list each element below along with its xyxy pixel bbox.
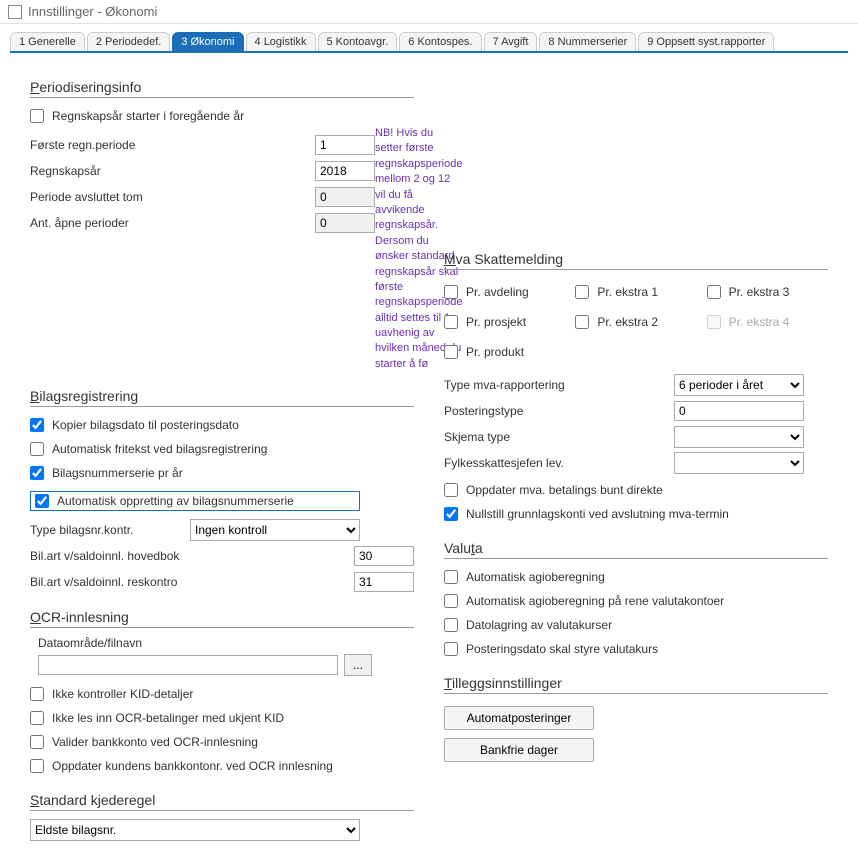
section-standard-kjederegel: Standard kjederegel xyxy=(30,792,414,811)
title-bar: Innstillinger - Økonomi xyxy=(0,0,858,24)
checkbox-kopier-bilagsdato[interactable] xyxy=(30,418,44,432)
tab-oppsett-syst-rapporter[interactable]: 9 Oppsett syst.rapporter xyxy=(638,32,774,51)
label-regnskapsar: Regnskapsår xyxy=(30,164,315,178)
window-title: Innstillinger - Økonomi xyxy=(28,4,157,19)
label-regnskapsar-foregaende: Regnskapsår starter i foregående år xyxy=(52,109,244,123)
label-forste-regn-periode: Første regn.periode xyxy=(30,138,315,152)
checkbox-pr-ekstra-4 xyxy=(707,315,721,329)
checkbox-ikke-les-ocr-ukjent-kid[interactable] xyxy=(30,711,44,725)
checkbox-automatisk-oppretting[interactable] xyxy=(35,494,49,508)
section-tillegg: Tilleggsinnstillinger xyxy=(444,675,828,694)
section-mva: Mva Skattemelding xyxy=(444,251,828,270)
checkbox-pr-produkt[interactable] xyxy=(444,345,458,359)
label-type-mva: Type mva-rapportering xyxy=(444,378,674,392)
checkbox-nullstill-grunnlagskonti[interactable] xyxy=(444,507,458,521)
tab-kontoavgr[interactable]: 5 Kontoavgr. xyxy=(318,32,398,51)
label-pr-ekstra-1: Pr. ekstra 1 xyxy=(597,285,658,299)
label-pr-ekstra-2: Pr. ekstra 2 xyxy=(597,315,658,329)
label-pr-produkt: Pr. produkt xyxy=(466,345,524,359)
input-bilart-hovedbok[interactable] xyxy=(354,546,414,566)
section-bilagsregistrering: Bilagsregistrering xyxy=(30,388,414,407)
tab-kontospes[interactable]: 6 Kontospes. xyxy=(399,32,481,51)
label-automatisk-oppretting: Automatisk oppretting av bilagsnummerser… xyxy=(57,494,294,508)
select-type-mva[interactable]: 6 perioder i året xyxy=(674,374,804,396)
label-skjema-type: Skjema type xyxy=(444,430,674,444)
label-posteringstype: Posteringstype xyxy=(444,404,674,418)
checkbox-pr-ekstra-2[interactable] xyxy=(575,315,589,329)
checkbox-automatisk-fritekst[interactable] xyxy=(30,442,44,456)
label-pr-prosjekt: Pr. prosjekt xyxy=(466,315,526,329)
label-bilart-reskontro: Bil.art v/saldoinnl. reskontro xyxy=(30,575,354,589)
label-automatisk-fritekst: Automatisk fritekst ved bilagsregistreri… xyxy=(52,442,267,456)
button-browse-dataomrade[interactable]: ... xyxy=(344,654,372,676)
tabs: 1 Generelle 2 Periodedef. 3 Økonomi 4 Lo… xyxy=(10,32,848,53)
input-bilart-reskontro[interactable] xyxy=(354,572,414,592)
button-automatposteringer[interactable]: Automatposteringer xyxy=(444,706,594,730)
input-periode-avsluttet-tom[interactable] xyxy=(315,187,375,207)
section-ocr: OCR-innlesning xyxy=(30,609,414,628)
checkbox-oppdater-mva-betalingsbunt[interactable] xyxy=(444,483,458,497)
label-kopier-bilagsdato: Kopier bilagsdato til posteringsdato xyxy=(52,418,239,432)
label-ikke-les-ocr-ukjent-kid: Ikke les inn OCR-betalinger med ukjent K… xyxy=(52,711,284,725)
tab-avgift[interactable]: 7 Avgift xyxy=(484,32,538,51)
input-regnskapsar[interactable] xyxy=(315,161,375,181)
label-dataomrade: Dataområde/filnavn xyxy=(38,636,414,650)
label-bilagsnummerserie-pr-ar: Bilagsnummerserie pr år xyxy=(52,466,183,480)
label-automatisk-agioberegning: Automatisk agioberegning xyxy=(466,570,605,584)
checkbox-posteringsdato-styre[interactable] xyxy=(444,642,458,656)
select-standard-kjederegel[interactable]: Eldste bilagsnr. xyxy=(30,819,360,841)
checkbox-oppdater-kundens-bankkontonr[interactable] xyxy=(30,759,44,773)
mva-grid: Pr. avdeling Pr. ekstra 1 Pr. ekstra 3 P… xyxy=(444,278,828,366)
checkbox-ikke-kontroller-kid[interactable] xyxy=(30,687,44,701)
content: Periodiseringsinfo Regnskapsår starter i… xyxy=(0,53,858,861)
checkbox-automatisk-agioberegning[interactable] xyxy=(444,570,458,584)
tab-logistikk[interactable]: 4 Logistikk xyxy=(246,32,316,51)
button-bankfrie-dager[interactable]: Bankfrie dager xyxy=(444,738,594,762)
label-nullstill-grunnlagskonti: Nullstill grunnlagskonti ved avslutning … xyxy=(466,507,729,521)
label-pr-avdeling: Pr. avdeling xyxy=(466,285,529,299)
input-forste-regn-periode[interactable] xyxy=(315,135,375,155)
right-column: Mva Skattemelding Pr. avdeling Pr. ekstr… xyxy=(444,63,828,841)
row-automatisk-oppretting: Automatisk oppretting av bilagsnummerser… xyxy=(30,491,360,511)
input-ant-apne-perioder[interactable] xyxy=(315,213,375,233)
select-skjema-type[interactable] xyxy=(674,426,804,448)
checkbox-bilagsnummerserie-pr-ar[interactable] xyxy=(30,466,44,480)
label-ikke-kontroller-kid: Ikke kontroller KID-detaljer xyxy=(52,687,193,701)
label-bilart-hovedbok: Bil.art v/saldoinnl. hovedbok xyxy=(30,549,354,563)
tab-nummerserier[interactable]: 8 Nummerserier xyxy=(539,32,636,51)
label-pr-ekstra-4: Pr. ekstra 4 xyxy=(729,315,790,329)
checkbox-datolagring[interactable] xyxy=(444,618,458,632)
label-periode-avsluttet-tom: Periode avsluttet tom xyxy=(30,190,315,204)
checkbox-valider-bankkonto[interactable] xyxy=(30,735,44,749)
section-periodiseringsinfo: Periodiseringsinfo xyxy=(30,79,414,98)
label-posteringsdato-styre: Posteringsdato skal styre valutakurs xyxy=(466,642,658,656)
label-datolagring: Datolagring av valutakurser xyxy=(466,618,612,632)
label-fylkesskattesjefen: Fylkesskattesjefen lev. xyxy=(444,456,674,470)
label-oppdater-mva-betalingsbunt: Oppdater mva. betalings bunt direkte xyxy=(466,483,663,497)
label-type-bilagsnr-kontr: Type bilagsnr.kontr. xyxy=(30,523,190,537)
checkbox-pr-prosjekt[interactable] xyxy=(444,315,458,329)
left-column: Periodiseringsinfo Regnskapsår starter i… xyxy=(30,63,414,841)
checkbox-pr-ekstra-1[interactable] xyxy=(575,285,589,299)
select-fylkesskattesjefen[interactable] xyxy=(674,452,804,474)
select-type-bilagsnr-kontr[interactable]: Ingen kontroll xyxy=(190,519,360,541)
input-dataomrade[interactable] xyxy=(38,655,338,675)
label-automatisk-agio-rene-valuta: Automatisk agioberegning på rene valutak… xyxy=(466,594,724,608)
row-regnskapsar-foregaende: Regnskapsår starter i foregående år xyxy=(30,106,414,126)
label-valider-bankkonto: Valider bankkonto ved OCR-innlesning xyxy=(52,735,258,749)
tab-generelle[interactable]: 1 Generelle xyxy=(10,32,85,51)
input-posteringstype[interactable] xyxy=(674,401,804,421)
section-valuta: Valuta xyxy=(444,540,828,559)
checkbox-pr-avdeling[interactable] xyxy=(444,285,458,299)
tab-periodedef[interactable]: 2 Periodedef. xyxy=(87,32,170,51)
label-oppdater-kundens-bankkontonr: Oppdater kundens bankkontonr. ved OCR in… xyxy=(52,759,333,773)
checkbox-regnskapsar-foregaende[interactable] xyxy=(30,109,44,123)
label-ant-apne-perioder: Ant. åpne perioder xyxy=(30,216,315,230)
app-icon xyxy=(8,5,22,19)
label-pr-ekstra-3: Pr. ekstra 3 xyxy=(729,285,790,299)
checkbox-pr-ekstra-3[interactable] xyxy=(707,285,721,299)
checkbox-automatisk-agio-rene-valuta[interactable] xyxy=(444,594,458,608)
tab-okonomi[interactable]: 3 Økonomi xyxy=(172,32,243,51)
